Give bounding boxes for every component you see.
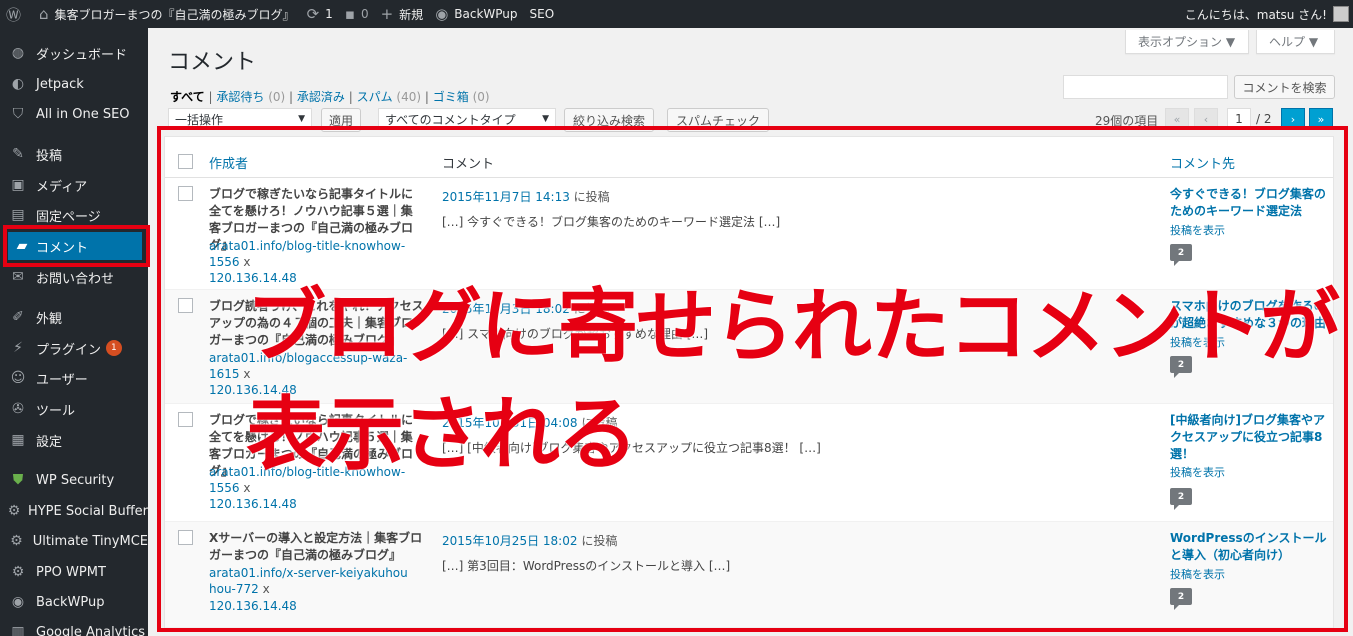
wordpress-logo-button[interactable]: Ⓦ (0, 0, 33, 28)
my-account-link[interactable]: こんにちは、matsu さん! (1179, 0, 1353, 28)
admin-bar: Ⓦ ⌂ 集客ブロガーまつの『自己満の極みブログ』 ⟳ 1 ▪ 0 + 新規 ◉ … (0, 0, 1353, 28)
filter-approved[interactable]: 承認済み (297, 90, 345, 104)
sidebar-item-jetpack[interactable]: ◐ Jetpack (0, 69, 148, 99)
sidebar-item-label: HYPE Social Buffer (27, 503, 148, 519)
sidebar-item-ultimate-tinymce[interactable]: ⚙ Ultimate TinyMCE (0, 526, 148, 556)
sidebar-item-label: Ultimate TinyMCE (32, 533, 148, 549)
bulk-actions-value: 一括操作 (175, 112, 224, 127)
screen-options-button[interactable]: 表示オプション ▼ (1125, 30, 1249, 54)
sidebar-item-google-analytics[interactable]: ▥ Google Analytics (0, 617, 148, 636)
gear-icon: ⚙ (11, 564, 25, 580)
comment-type-value: すべてのコメントタイプ (385, 112, 516, 127)
updates-link[interactable]: ⟳ 1 (301, 0, 339, 28)
sidebar-item-media[interactable]: ▣ メディア (0, 170, 148, 200)
backwpup-icon: ◉ (435, 5, 449, 23)
comment-bubble-icon: ▪ (344, 5, 355, 23)
search-comments-button[interactable]: コメントを検索 (1234, 75, 1335, 99)
site-name: 集客ブロガーまつの『自己満の極みブログ』 (54, 7, 295, 22)
avatar (1333, 6, 1349, 22)
sidebar-item-label: BackWPup (36, 594, 105, 610)
highlight-box-comments-menu (3, 225, 150, 267)
annotation-line-1: ブログに寄せられたコメントが (246, 280, 1340, 373)
wordpress-logo-icon: Ⓦ (6, 5, 22, 24)
sidebar-item-backwpup[interactable]: ◉ BackWPup (0, 587, 148, 617)
admin-sidebar: ◍ ダッシュボード ◐ Jetpack ⛉ All in One SEO ✎ 投稿 ▣ メ… (0, 28, 148, 636)
shield-icon: ⛉ (12, 106, 24, 122)
caret-down-icon: ▼ (298, 114, 305, 124)
brush-icon: ✐ (12, 309, 24, 325)
sidebar-item-label: ツール (36, 403, 76, 419)
wrench-icon: ✇ (12, 401, 24, 417)
page-icon: ▤ (11, 207, 25, 223)
sidebar-item-tools[interactable]: ✇ ツール (0, 394, 148, 424)
sidebar-item-appearance[interactable]: ✐ 外観 (0, 302, 148, 332)
filter-spam[interactable]: スパム (357, 90, 393, 104)
sidebar-item-label: メディア (36, 179, 88, 195)
home-icon: ⌂ (39, 5, 49, 23)
gear-icon: ⚙ (7, 503, 21, 519)
page-title: コメント (168, 50, 257, 75)
seo-link[interactable]: SEO (524, 0, 561, 28)
jetpack-icon: ◐ (11, 76, 25, 92)
new-label: 新規 (399, 7, 424, 22)
sidebar-item-plugins[interactable]: ⚡ プラグイン 1 (0, 333, 148, 363)
sidebar-item-all-in-one-seo[interactable]: ⛉ All in One SEO (0, 99, 148, 129)
backwpup-link[interactable]: ◉ BackWPup (429, 0, 523, 28)
comment-status-filters: すべて | 承認待ち (0) | 承認済み | スパム (40) | ゴミ箱 (… (170, 90, 490, 104)
annotation-line-2: 表示される (246, 388, 638, 481)
sidebar-item-label: お問い合わせ (36, 271, 115, 287)
comments-count: 0 (360, 7, 369, 21)
settings-icon: ▦ (11, 432, 25, 448)
sidebar-item-label: WP Security (36, 472, 115, 488)
filter-pending-count: (0) (268, 90, 286, 104)
site-name-link[interactable]: ⌂ 集客ブロガーまつの『自己満の極みブログ』 (33, 0, 301, 28)
filter-all[interactable]: すべて (170, 90, 205, 104)
sidebar-item-ppo-wpmt[interactable]: ⚙ PPO WPMT (0, 557, 148, 587)
help-button[interactable]: ヘルプ ▼ (1256, 30, 1335, 54)
sidebar-item-dashboard[interactable]: ◍ ダッシュボード (0, 38, 148, 68)
shield-check-icon: ⛊ (12, 472, 24, 488)
sidebar-item-label: 固定ページ (36, 209, 101, 225)
sidebar-item-label: 投稿 (36, 148, 63, 164)
sidebar-item-label: Google Analytics (36, 624, 146, 636)
gear-icon: ⚙ (10, 533, 23, 549)
total-pages: / 2 (1256, 112, 1272, 126)
sidebar-item-label: 設定 (36, 434, 63, 450)
sidebar-item-label: PPO WPMT (36, 564, 106, 580)
updates-icon: ⟳ (306, 5, 320, 23)
plus-icon: + (380, 5, 394, 23)
sidebar-item-label: All in One SEO (36, 106, 130, 122)
sidebar-item-label: ユーザー (36, 372, 88, 388)
new-content-link[interactable]: + 新規 (375, 0, 430, 28)
sidebar-item-posts[interactable]: ✎ 投稿 (0, 139, 148, 169)
sidebar-item-wp-security[interactable]: ⛊ WP Security (0, 465, 148, 495)
pin-icon: ✎ (12, 146, 24, 162)
plugin-update-badge: 1 (106, 340, 122, 356)
filter-spam-count: (40) (396, 90, 422, 104)
user-icon: ☺ (10, 370, 26, 386)
comments-link[interactable]: ▪ 0 (339, 0, 375, 28)
seo-label: SEO (529, 7, 555, 21)
caret-down-icon: ▼ (542, 114, 549, 124)
media-icon: ▣ (11, 177, 25, 193)
sidebar-item-label: ダッシュボード (36, 47, 128, 63)
updates-count: 1 (325, 7, 333, 21)
dashboard-icon: ◍ (11, 45, 25, 61)
filter-trash[interactable]: ゴミ箱 (433, 90, 469, 104)
search-input[interactable] (1063, 75, 1228, 99)
filter-trash-count: (0) (472, 90, 490, 104)
sidebar-item-label: 外観 (36, 311, 63, 327)
sidebar-item-hype-social-buffer[interactable]: ⚙ HYPE Social Buffer (0, 496, 148, 526)
mail-icon: ✉ (12, 269, 24, 285)
sidebar-item-label: プラグイン (36, 342, 102, 358)
backwpup-icon: ◉ (11, 594, 25, 610)
sidebar-item-settings[interactable]: ▦ 設定 (0, 425, 148, 455)
filter-pending[interactable]: 承認待ち (216, 90, 264, 104)
plugin-icon: ⚡ (13, 340, 23, 356)
backwpup-label: BackWPup (454, 7, 518, 21)
sidebar-item-users[interactable]: ☺ ユーザー (0, 363, 148, 393)
greeting: こんにちは、matsu さん! (1184, 7, 1327, 22)
analytics-icon: ▥ (11, 624, 25, 636)
sidebar-item-label: Jetpack (36, 76, 84, 92)
